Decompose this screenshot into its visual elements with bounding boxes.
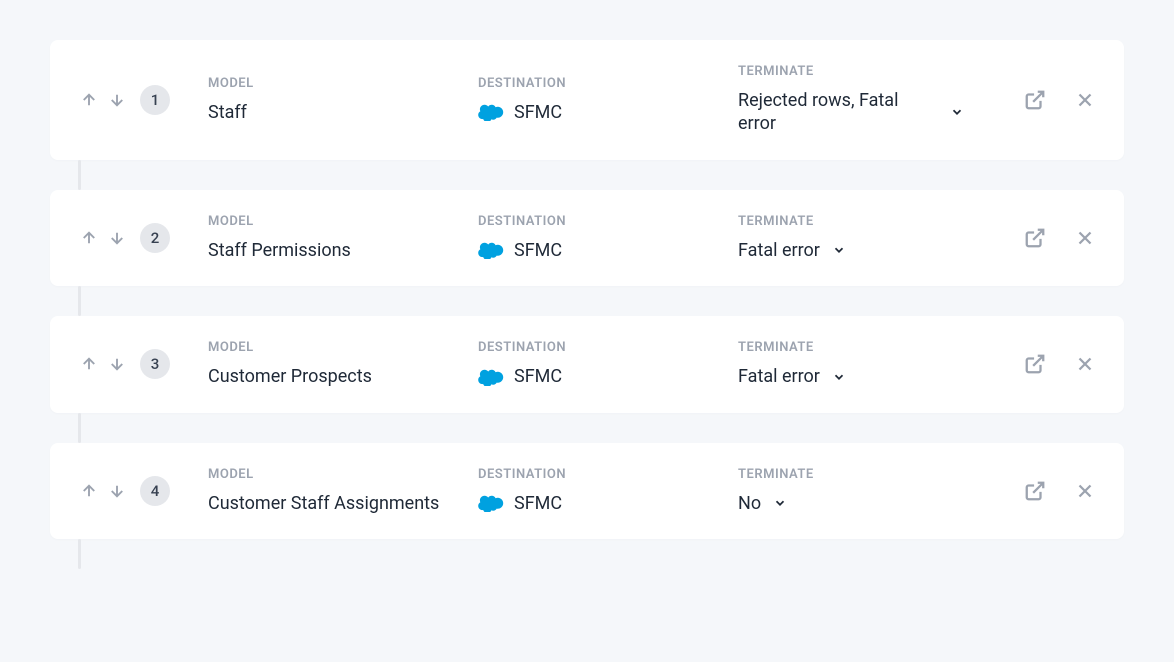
model-column: MODEL Staff [208, 76, 478, 124]
arrow-up-icon [80, 482, 98, 500]
model-value: Staff [208, 101, 478, 124]
order-badge: 4 [140, 476, 170, 506]
terminate-dropdown[interactable]: Fatal error [738, 239, 998, 262]
sync-steps-list: 1 MODEL Staff DESTINATION SFMC TERMINATE… [50, 40, 1124, 569]
terminate-label: TERMINATE [738, 340, 998, 355]
sync-step-row: 3 MODEL Customer Prospects DESTINATION S… [50, 316, 1124, 412]
destination-label: DESTINATION [478, 467, 738, 482]
terminate-value: Fatal error [738, 365, 820, 388]
move-down-button[interactable] [106, 227, 128, 249]
chevron-down-icon [950, 105, 964, 119]
salesforce-icon [478, 368, 504, 386]
terminate-dropdown[interactable]: No [738, 492, 998, 515]
connector-line [78, 539, 81, 569]
model-value: Customer Staff Assignments [208, 492, 478, 515]
terminate-column: TERMINATE Fatal error [738, 214, 998, 262]
terminate-column: TERMINATE No [738, 467, 998, 515]
terminate-value: Rejected rows, Fatal error [738, 89, 938, 136]
chevron-down-icon [773, 496, 787, 510]
model-column: MODEL Staff Permissions [208, 214, 478, 262]
open-external-button[interactable] [1024, 227, 1046, 249]
reorder-controls: 4 [78, 476, 208, 506]
arrow-up-icon [80, 355, 98, 373]
open-external-button[interactable] [1024, 353, 1046, 375]
connector-line [78, 160, 81, 190]
model-value: Customer Prospects [208, 365, 478, 388]
model-column: MODEL Customer Prospects [208, 340, 478, 388]
order-badge: 2 [140, 223, 170, 253]
terminate-dropdown[interactable]: Fatal error [738, 365, 998, 388]
destination-column: DESTINATION SFMC [478, 340, 738, 388]
order-badge: 1 [140, 85, 170, 115]
move-down-button[interactable] [106, 353, 128, 375]
move-up-button[interactable] [78, 353, 100, 375]
terminate-column: TERMINATE Fatal error [738, 340, 998, 388]
salesforce-icon [478, 494, 504, 512]
external-link-icon [1024, 89, 1046, 111]
close-icon [1074, 227, 1096, 249]
destination-column: DESTINATION SFMC [478, 214, 738, 262]
move-up-button[interactable] [78, 227, 100, 249]
remove-button[interactable] [1074, 480, 1096, 502]
connector-line [78, 413, 81, 443]
sync-step-row: 2 MODEL Staff Permissions DESTINATION SF… [50, 190, 1124, 286]
close-icon [1074, 353, 1096, 375]
move-down-button[interactable] [106, 89, 128, 111]
arrow-down-icon [108, 482, 126, 500]
sync-step-row: 1 MODEL Staff DESTINATION SFMC TERMINATE… [50, 40, 1124, 160]
chevron-down-icon [832, 370, 846, 384]
connector-line [78, 286, 81, 316]
destination-value: SFMC [514, 365, 562, 388]
open-external-button[interactable] [1024, 480, 1046, 502]
order-badge: 3 [140, 349, 170, 379]
reorder-controls: 2 [78, 223, 208, 253]
terminate-value: No [738, 492, 761, 515]
reorder-controls: 3 [78, 349, 208, 379]
destination-column: DESTINATION SFMC [478, 467, 738, 515]
move-up-button[interactable] [78, 480, 100, 502]
model-value: Staff Permissions [208, 239, 478, 262]
arrow-down-icon [108, 229, 126, 247]
arrow-up-icon [80, 91, 98, 109]
model-label: MODEL [208, 214, 478, 229]
external-link-icon [1024, 227, 1046, 249]
external-link-icon [1024, 480, 1046, 502]
arrow-down-icon [108, 91, 126, 109]
chevron-down-icon [832, 243, 846, 257]
remove-button[interactable] [1074, 353, 1096, 375]
terminate-label: TERMINATE [738, 64, 998, 79]
arrow-down-icon [108, 355, 126, 373]
remove-button[interactable] [1074, 89, 1096, 111]
terminate-column: TERMINATE Rejected rows, Fatal error [738, 64, 998, 136]
salesforce-icon [478, 103, 504, 121]
destination-label: DESTINATION [478, 76, 738, 91]
salesforce-icon [478, 241, 504, 259]
reorder-controls: 1 [78, 85, 208, 115]
model-label: MODEL [208, 467, 478, 482]
model-label: MODEL [208, 340, 478, 355]
terminate-value: Fatal error [738, 239, 820, 262]
external-link-icon [1024, 353, 1046, 375]
destination-value: SFMC [514, 492, 562, 515]
close-icon [1074, 89, 1096, 111]
destination-label: DESTINATION [478, 214, 738, 229]
close-icon [1074, 480, 1096, 502]
terminate-dropdown[interactable]: Rejected rows, Fatal error [738, 89, 998, 136]
move-up-button[interactable] [78, 89, 100, 111]
destination-column: DESTINATION SFMC [478, 76, 738, 124]
destination-label: DESTINATION [478, 340, 738, 355]
model-label: MODEL [208, 76, 478, 91]
terminate-label: TERMINATE [738, 467, 998, 482]
arrow-up-icon [80, 229, 98, 247]
sync-step-row: 4 MODEL Customer Staff Assignments DESTI… [50, 443, 1124, 539]
open-external-button[interactable] [1024, 89, 1046, 111]
terminate-label: TERMINATE [738, 214, 998, 229]
destination-value: SFMC [514, 101, 562, 124]
move-down-button[interactable] [106, 480, 128, 502]
remove-button[interactable] [1074, 227, 1096, 249]
destination-value: SFMC [514, 239, 562, 262]
model-column: MODEL Customer Staff Assignments [208, 467, 478, 515]
